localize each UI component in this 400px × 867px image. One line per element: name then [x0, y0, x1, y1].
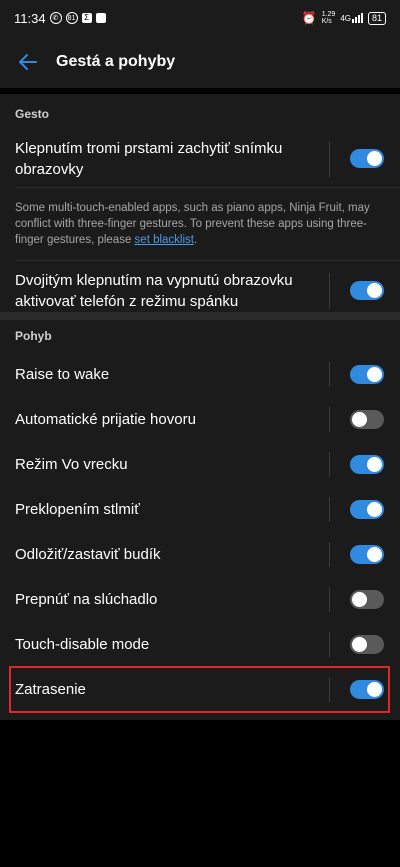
motion-section: Pohyb Raise to wake Automatické prijatie …: [0, 320, 400, 720]
status-time: 11:34: [14, 10, 46, 26]
motion-row[interactable]: Zatrasenie: [0, 667, 400, 712]
three-finger-screenshot-row[interactable]: Klepnutím tromi prstami zachytiť snímku …: [0, 134, 400, 184]
motion-row-label: Odložiť/zastaviť budík: [15, 546, 161, 563]
motion-toggle[interactable]: [350, 365, 384, 384]
motion-list: Raise to wake Automatické prijatie hovoru…: [0, 352, 400, 712]
motion-row-label: Preklopením stlmiť: [15, 501, 140, 518]
motion-toggle[interactable]: [350, 590, 384, 609]
motion-toggle[interactable]: [350, 410, 384, 429]
motion-row[interactable]: Režim Vo vrecku: [0, 442, 400, 487]
motion-row[interactable]: Raise to wake: [0, 352, 400, 397]
motion-row[interactable]: Prepnúť na slúchadlo: [0, 577, 400, 622]
back-button[interactable]: [0, 36, 56, 88]
motion-toggle[interactable]: [350, 455, 384, 474]
section-header-gesture: Gesto: [15, 107, 50, 121]
motion-row[interactable]: Automatické prijatie hovoru: [0, 397, 400, 442]
three-finger-label: Klepnutím tromi prstami zachytiť snímku …: [15, 140, 283, 178]
page-title: Gestá a pohyby: [56, 53, 176, 70]
three-finger-note: Some multi-touch-enabled apps, such as p…: [15, 202, 370, 246]
motion-toggle[interactable]: [350, 500, 384, 519]
section-separator: [0, 312, 400, 320]
section-header-motion: Pohyb: [15, 329, 52, 343]
sigma-icon: Σ: [81, 13, 92, 23]
motion-row[interactable]: Preklopením stlmiť: [0, 487, 400, 532]
4g-signal-icon: 4G: [340, 13, 363, 23]
image-icon: [95, 13, 106, 23]
alarm-icon: ⏰: [301, 11, 317, 25]
motion-row-label: Zatrasenie: [15, 681, 86, 698]
whatsapp-icon: ✆: [49, 12, 62, 24]
status-bar: 11:34 ✆ 81 Σ ⏰ 1.29 K/s 4G 81: [0, 0, 400, 36]
motion-row-label: Touch-disable mode: [15, 636, 150, 653]
motion-row-label: Režim Vo vrecku: [15, 456, 128, 473]
double-tap-toggle[interactable]: [350, 281, 384, 300]
motion-row-label: Prepnúť na slúchadlo: [15, 591, 158, 608]
three-finger-toggle[interactable]: [350, 149, 384, 168]
double-tap-label: Dvojitým klepnutím na vypnutú obrazovku …: [15, 272, 293, 310]
data-speed-icon: 1.29 K/s: [321, 11, 336, 25]
arrow-left-icon: [19, 54, 37, 70]
notification-81-icon: 81: [65, 12, 78, 24]
motion-row-label: Automatické prijatie hovoru: [15, 411, 196, 428]
motion-toggle[interactable]: [350, 545, 384, 564]
motion-toggle[interactable]: [350, 635, 384, 654]
motion-row-label: Raise to wake: [15, 366, 110, 383]
motion-row[interactable]: Touch-disable mode: [0, 622, 400, 667]
set-blacklist-link[interactable]: set blacklist: [135, 234, 194, 246]
motion-toggle[interactable]: [350, 680, 384, 699]
gesture-section: Gesto Klepnutím tromi prstami zachytiť s…: [0, 94, 400, 312]
battery-icon: 81: [367, 11, 386, 25]
motion-row[interactable]: Odložiť/zastaviť budík: [0, 532, 400, 577]
app-bar: Gestá a pohyby: [0, 36, 400, 88]
